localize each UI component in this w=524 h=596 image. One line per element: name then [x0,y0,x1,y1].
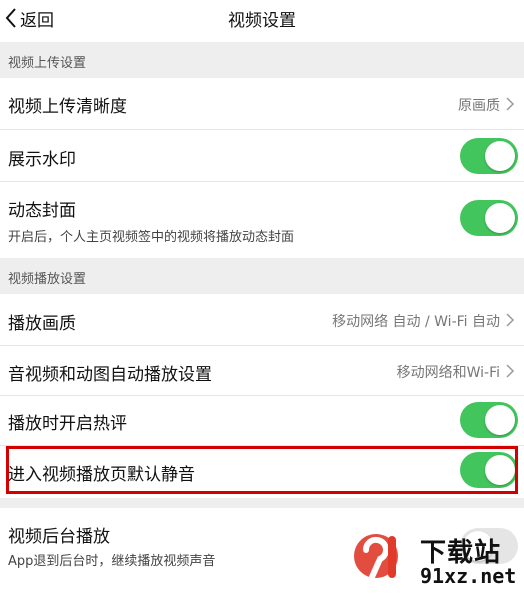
section-title-upload: 视频上传设置 [8,56,87,71]
page-title: 视频设置 [228,11,296,31]
watermark-toggle[interactable] [460,138,518,174]
logo-icon [354,534,398,580]
watermark-label: 展示水印 [8,150,76,170]
row-dynamic-cover: 动态封面 开启后，个人主页视频签中的视频将播放动态封面 [0,182,524,258]
dynamic-cover-toggle[interactable] [460,200,518,236]
section-header-upload: 视频上传设置 [0,42,524,78]
play-quality-value: 移动网络 自动 / Wi-Fi 自动 [332,314,500,330]
section-header-playback: 视频播放设置 [0,258,524,294]
dynamic-cover-description: 开启后，个人主页视频签中的视频将播放动态封面 [8,230,295,245]
hot-comments-toggle[interactable] [460,402,518,438]
row-watermark: 展示水印 [0,130,524,182]
toggle-knob [485,203,515,233]
hot-comments-label: 播放时开启热评 [8,414,127,434]
toggle-knob [485,141,515,171]
row-autoplay[interactable]: 音视频和动图自动播放设置 移动网络和Wi-Fi [0,346,524,396]
nav-bar: 返回 视频设置 [0,0,524,40]
autoplay-label: 音视频和动图自动播放设置 [8,365,212,385]
row-upload-quality[interactable]: 视频上传清晰度 原画质 [0,78,524,130]
section-gap [0,498,524,508]
background-play-label: 视频后台播放 [8,527,110,547]
background-play-description: App退到后台时，继续播放视频声音 [8,554,216,569]
dynamic-cover-label: 动态封面 [8,201,76,221]
site-watermark-logo: 下载站 91xz.net [348,530,518,592]
watermark-text-url: 91xz.net [420,564,517,588]
row-play-quality[interactable]: 播放画质 移动网络 自动 / Wi-Fi 自动 [0,294,524,346]
highlight-box [6,446,518,494]
play-quality-label: 播放画质 [8,314,76,334]
upload-quality-value: 原画质 [458,98,500,114]
chevron-right-icon [506,313,515,327]
chevron-right-icon [506,97,515,111]
section-title-playback: 视频播放设置 [8,272,87,287]
chevron-right-icon [506,364,515,378]
upload-quality-label: 视频上传清晰度 [8,97,127,117]
row-hot-comments: 播放时开启热评 [0,396,524,446]
toggle-knob [485,405,515,435]
autoplay-value: 移动网络和Wi-Fi [396,365,500,381]
